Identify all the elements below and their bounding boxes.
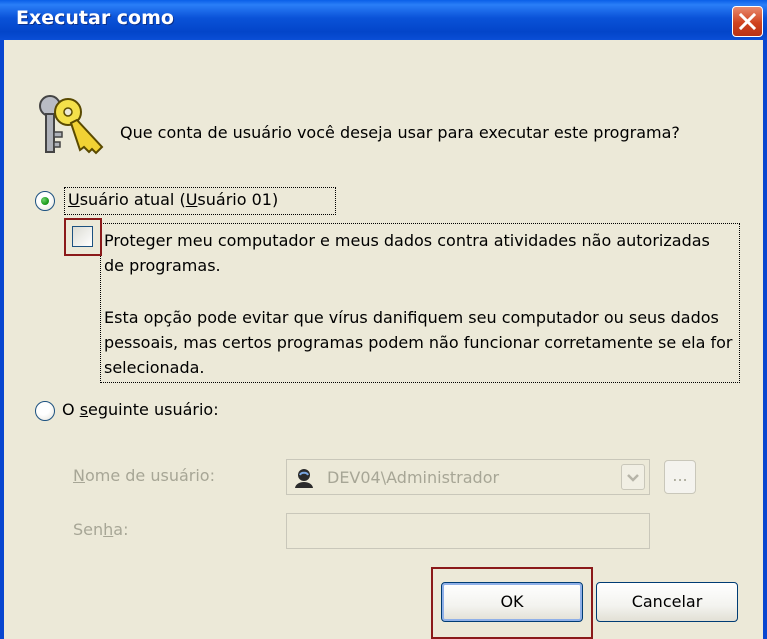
browse-user-button[interactable]: ... [664,460,696,494]
cancel-button[interactable]: Cancelar [596,582,738,622]
username-label: Nome de usuário: [73,466,215,485]
highlight-box-ok [431,567,593,639]
current-user-label[interactable]: Usuário atual (Usuário 01) [68,190,278,209]
protect-label[interactable]: Proteger meu computador e meus dados con… [104,228,734,278]
window-title: Executar como [16,7,174,29]
window-frame-right [763,40,767,639]
radio-current-user[interactable] [35,191,55,211]
password-label: Senha: [73,520,129,539]
username-combobox[interactable]: DEV04\Administrador [286,459,650,495]
other-user-label[interactable]: O seguinte usuário: [62,400,219,419]
question-text: Que conta de usuário você deseja usar pa… [120,123,680,142]
close-icon [738,12,757,31]
dropdown-button[interactable] [621,464,645,490]
user-icon [295,469,313,488]
protect-warning-text: Esta opção pode evitar que vírus danifiq… [104,308,733,377]
close-button[interactable] [732,6,763,37]
username-value: DEV04\Administrador [327,468,500,487]
title-bar[interactable]: Executar como [0,0,767,40]
highlight-box-checkbox [64,218,102,256]
window-frame-left [0,40,4,639]
password-field[interactable] [286,513,650,549]
radio-other-user[interactable] [35,401,55,421]
radio-selected-dot [41,197,49,205]
chevron-down-icon [627,474,639,482]
keys-icon [39,95,104,155]
